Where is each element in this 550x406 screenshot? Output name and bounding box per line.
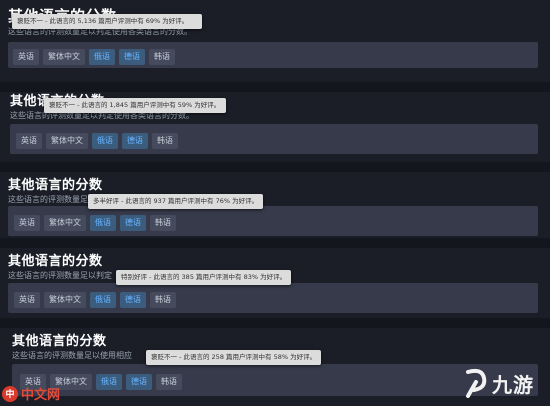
language-chip-list: 英语 繁体中文 俄语 德语 韩语 [14,215,176,231]
language-chip-list: 英语 繁体中文 俄语 德语 韩语 [14,292,176,308]
site-watermark-right: 九游 [462,368,534,398]
language-chip-russian[interactable]: 俄语 [90,292,116,308]
review-tooltip: 褒贬不一 - 此语言的 5,136 篇用户评测中有 69% 为好评。 [12,14,202,29]
language-chip-tchinese[interactable]: 繁体中文 [46,133,88,149]
language-chip-german[interactable]: 德语 [122,133,148,149]
language-chip-german[interactable]: 德语 [120,292,146,308]
section-description: 这些语言的评测数量足以使用相应 [12,351,132,360]
language-chip-korean[interactable]: 韩语 [150,292,176,308]
site-watermark-left: 中 中文网 [2,384,60,403]
language-chip-english[interactable]: 英语 [14,215,40,231]
language-chip-german[interactable]: 德语 [126,374,152,390]
language-chip-korean[interactable]: 韩语 [150,215,176,231]
nine-game-logo-icon [466,368,487,398]
site-logo-icon: 中 [2,385,18,402]
section-title: 其他语言的分数 [12,334,107,349]
language-chip-english[interactable]: 英语 [16,133,42,149]
section-description: 这些语言的评测数量足 [8,195,88,204]
language-chip-korean[interactable]: 韩语 [152,133,178,149]
language-chip-korean[interactable]: 韩语 [156,374,182,390]
language-chip-list: 英语 繁体中文 俄语 德语 韩语 [13,49,175,65]
section-title: 其他语言的分数 [8,178,103,193]
review-tooltip: 褒贬不一 - 此语言的 1,845 篇用户评测中有 59% 为好评。 [44,98,226,113]
language-chip-tchinese[interactable]: 繁体中文 [43,49,85,65]
separator [0,318,550,328]
language-chip-list: 英语 繁体中文 俄语 德语 韩语 [16,133,178,149]
site-logo-text: 九游 [492,372,534,397]
site-logo-text: 中文网 [21,388,61,403]
separator [0,238,550,248]
language-chip-tchinese[interactable]: 繁体中文 [44,215,86,231]
language-chip-english[interactable]: 英语 [13,49,39,65]
language-chip-german[interactable]: 德语 [119,49,145,65]
language-chip-korean[interactable]: 韩语 [149,49,175,65]
language-chip-tchinese[interactable]: 繁体中文 [44,292,86,308]
language-chip-english[interactable]: 英语 [14,292,40,308]
review-tooltip: 特别好评 - 此语言的 385 篇用户评测中有 83% 为好评。 [116,270,292,285]
review-tooltip: 多半好评 - 此语言的 937 篇用户评测中有 76% 为好评。 [88,194,264,209]
review-tooltip: 褒贬不一 - 此语言的 258 篇用户评测中有 58% 为好评。 [146,350,322,365]
language-chip-russian[interactable]: 俄语 [89,49,115,65]
language-chip-russian[interactable]: 俄语 [90,215,116,231]
language-chip-russian[interactable]: 俄语 [92,133,118,149]
section-description: 这些语言的评测数量足以判定 [8,271,112,280]
separator [0,162,550,172]
language-chip-german[interactable]: 德语 [120,215,146,231]
section-title: 其他语言的分数 [8,254,103,269]
language-chip-russian[interactable]: 俄语 [96,374,122,390]
